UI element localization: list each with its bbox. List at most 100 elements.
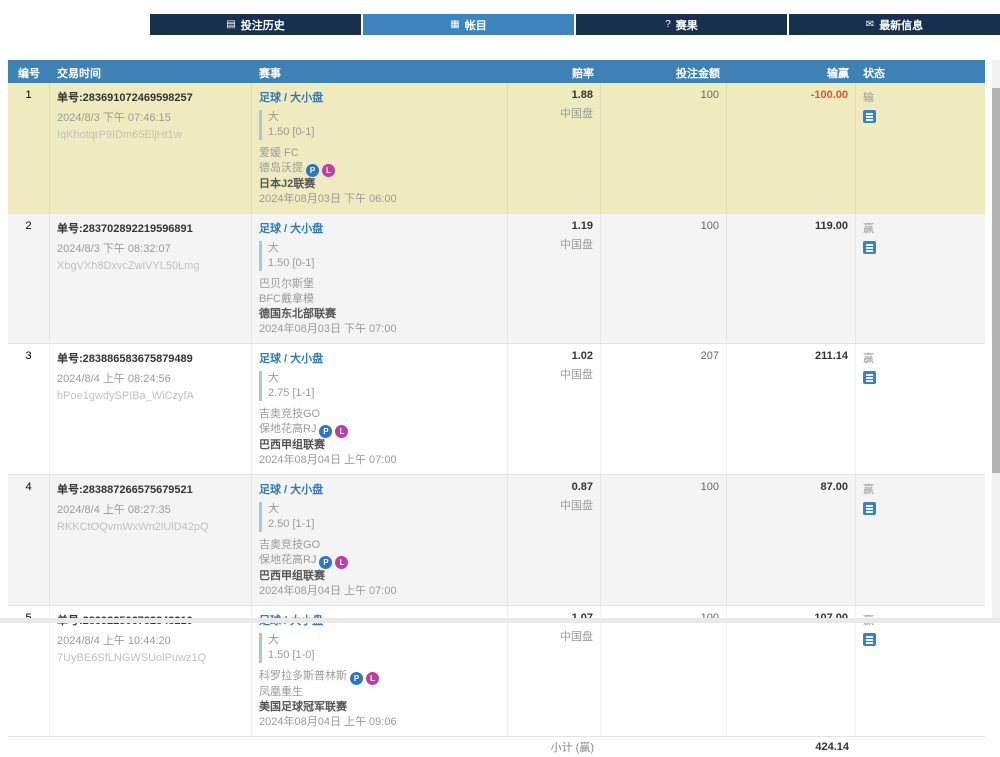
bet-history-icon: ▤: [226, 20, 235, 30]
match-time: 2024年08月04日 上午 07:00: [259, 584, 500, 599]
sport-market-link[interactable]: 足球 / 大小盘: [259, 481, 500, 497]
bet-receipt-icon[interactable]: [863, 633, 876, 646]
odds-value: 0.87: [515, 481, 593, 493]
win-loss-value: 119.00: [815, 220, 848, 232]
home-team: 吉奥竞技GOPL: [259, 407, 500, 422]
stake-cell: 100: [601, 214, 727, 343]
vertical-scrollbar[interactable]: [992, 60, 1000, 623]
results-icon: ?: [665, 20, 671, 30]
win-loss-value: 211.14: [815, 350, 848, 362]
odds-cell: 1.07 中国盘: [508, 606, 601, 736]
tab-results[interactable]: ? 赛果: [576, 14, 787, 35]
away-team: 保地花高RJPL: [259, 422, 500, 438]
stake-value: 100: [701, 481, 719, 493]
stake-cell: 100: [601, 606, 727, 736]
sport-market-link[interactable]: 足球 / 大小盘: [259, 220, 500, 236]
win-loss-value: 87.00: [820, 481, 848, 493]
order-number: 单号:283886583675879489: [57, 350, 244, 366]
odds-value: 1.19: [515, 220, 593, 232]
odds-line: 1.50 [0-1]: [268, 256, 500, 271]
row-index: 1: [8, 83, 50, 213]
home-team: 吉奥竞技GOPL: [259, 538, 500, 553]
bet-selection: 大 1.50 [0-1]: [259, 110, 500, 140]
odds-cell: 1.88 中国盘: [508, 83, 601, 213]
stake-cell: 100: [601, 475, 727, 605]
p-badge-icon: P: [319, 425, 332, 438]
status-text: 赢: [863, 350, 978, 366]
order-number: 单号:283702892219596891: [57, 220, 244, 236]
away-team: BFC戴拿模PL: [259, 292, 500, 307]
subtotal-label: 小计 (赢): [551, 742, 594, 754]
order-number: 单号:283691072469598257: [57, 89, 244, 105]
stake-value: 100: [701, 89, 719, 101]
table-header: 编号 交易时间 赛事 赔率 投注金额 输赢 状态: [8, 60, 985, 83]
stake-value: 100: [701, 220, 719, 232]
tab-label: 投注历史: [241, 17, 285, 33]
league-name: 巴西甲组联赛: [259, 438, 500, 453]
bet-receipt-icon[interactable]: [863, 502, 876, 515]
bet-receipt-icon[interactable]: [863, 241, 876, 254]
pick: 大: [268, 241, 500, 256]
odds-cell: 1.19 中国盘: [508, 214, 601, 343]
l-badge-icon: L: [322, 164, 335, 177]
table-footer: 小计 (赢) 424.14: [8, 737, 985, 757]
p-badge-icon: P: [319, 556, 332, 569]
transaction-cell: 单号:283691072469598257 2024/8/3 下午 07:46:…: [50, 83, 252, 213]
tab-label: 最新信息: [879, 17, 923, 33]
tab-latest-info[interactable]: ✉ 最新信息: [789, 14, 1000, 35]
odds-type: 中国盘: [515, 236, 593, 252]
transaction-cell: 单号:283702892219596891 2024/8/3 下午 08:32:…: [50, 214, 252, 343]
match-cell: 足球 / 大小盘 大 1.50 [0-1] 巴贝尔斯堡PL BFC戴拿模PL 德…: [252, 214, 508, 343]
header-index: 编号: [8, 60, 50, 83]
odds-type: 中国盘: [515, 497, 593, 513]
tab-accounts[interactable]: ▦ 帐目: [363, 14, 574, 35]
stake-cell: 207: [601, 344, 727, 474]
table-row: 3 单号:283886583675879489 2024/8/4 上午 08:2…: [8, 344, 985, 475]
sport-market-link[interactable]: 足球 / 大小盘: [259, 89, 500, 105]
win-loss-cell: -100.00: [727, 83, 856, 213]
away-team: 保地花高RJPL: [259, 553, 500, 569]
bet-selection: 大 2.75 [1-1]: [259, 371, 500, 401]
tab-label: 赛果: [676, 17, 698, 33]
home-team: 爱媛 FCPL: [259, 146, 500, 161]
bet-selection: 大 1.50 [1-0]: [259, 633, 500, 663]
transaction-cell: 单号:283922506782343210 2024/8/4 上午 10:44:…: [50, 606, 252, 736]
tab-bet-history[interactable]: ▤ 投注历史: [150, 14, 361, 35]
bet-receipt-icon[interactable]: [863, 371, 876, 384]
away-team: 德岛沃提PL: [259, 161, 500, 177]
status-text: 输: [863, 89, 978, 105]
row-index: 5: [8, 606, 50, 736]
row-index: 3: [8, 344, 50, 474]
header-odds: 赔率: [508, 60, 601, 83]
stake-value: 207: [701, 350, 719, 362]
scrollbar-thumb[interactable]: [992, 88, 1000, 473]
envelope-icon: ✉: [866, 20, 874, 30]
transaction-ref: RKKCtOQvmWxWn2lUlD42pQ: [57, 521, 244, 533]
win-loss-cell: 211.14: [727, 344, 856, 474]
match-time: 2024年08月04日 上午 07:00: [259, 453, 500, 468]
p-badge-icon: P: [350, 672, 363, 685]
bet-selection: 大 2.50 [1-1]: [259, 502, 500, 532]
status-cell: 输: [856, 83, 985, 213]
odds-type: 中国盘: [515, 366, 593, 382]
transaction-cell: 单号:283886583675879489 2024/8/4 上午 08:24:…: [50, 344, 252, 474]
win-loss-value: -100.00: [811, 89, 848, 101]
top-nav: ▤ 投注历史 ▦ 帐目 ? 赛果 ✉ 最新信息: [150, 14, 1000, 35]
table-row: 2 单号:283702892219596891 2024/8/3 下午 08:3…: [8, 214, 985, 344]
match-time: 2024年08月03日 下午 07:00: [259, 322, 500, 337]
row-index: 2: [8, 214, 50, 343]
table-row: 1 单号:283691072469598257 2024/8/3 下午 07:4…: [8, 83, 985, 214]
match-cell: 足球 / 大小盘 大 1.50 [0-1] 爱媛 FCPL 德岛沃提PL 日本J…: [252, 83, 508, 213]
away-team: 凤凰重生PL: [259, 685, 500, 700]
transaction-cell: 单号:283887266575679521 2024/8/4 上午 08:27:…: [50, 475, 252, 605]
transaction-ref: 7UyBE6SfLNGWSUolPuwz1Q: [57, 652, 244, 664]
table-row: 5 单号:283922506782343210 2024/8/4 上午 10:4…: [8, 606, 985, 737]
odds-type: 中国盘: [515, 105, 593, 121]
accounts-table: 编号 交易时间 赛事 赔率 投注金额 输赢 状态 1 单号:2836910724…: [8, 60, 985, 757]
bet-receipt-icon[interactable]: [863, 110, 876, 123]
status-cell: 赢: [856, 344, 985, 474]
row-index: 4: [8, 475, 50, 605]
header-match: 赛事: [252, 60, 508, 83]
status-text: 赢: [863, 220, 978, 236]
sport-market-link[interactable]: 足球 / 大小盘: [259, 350, 500, 366]
